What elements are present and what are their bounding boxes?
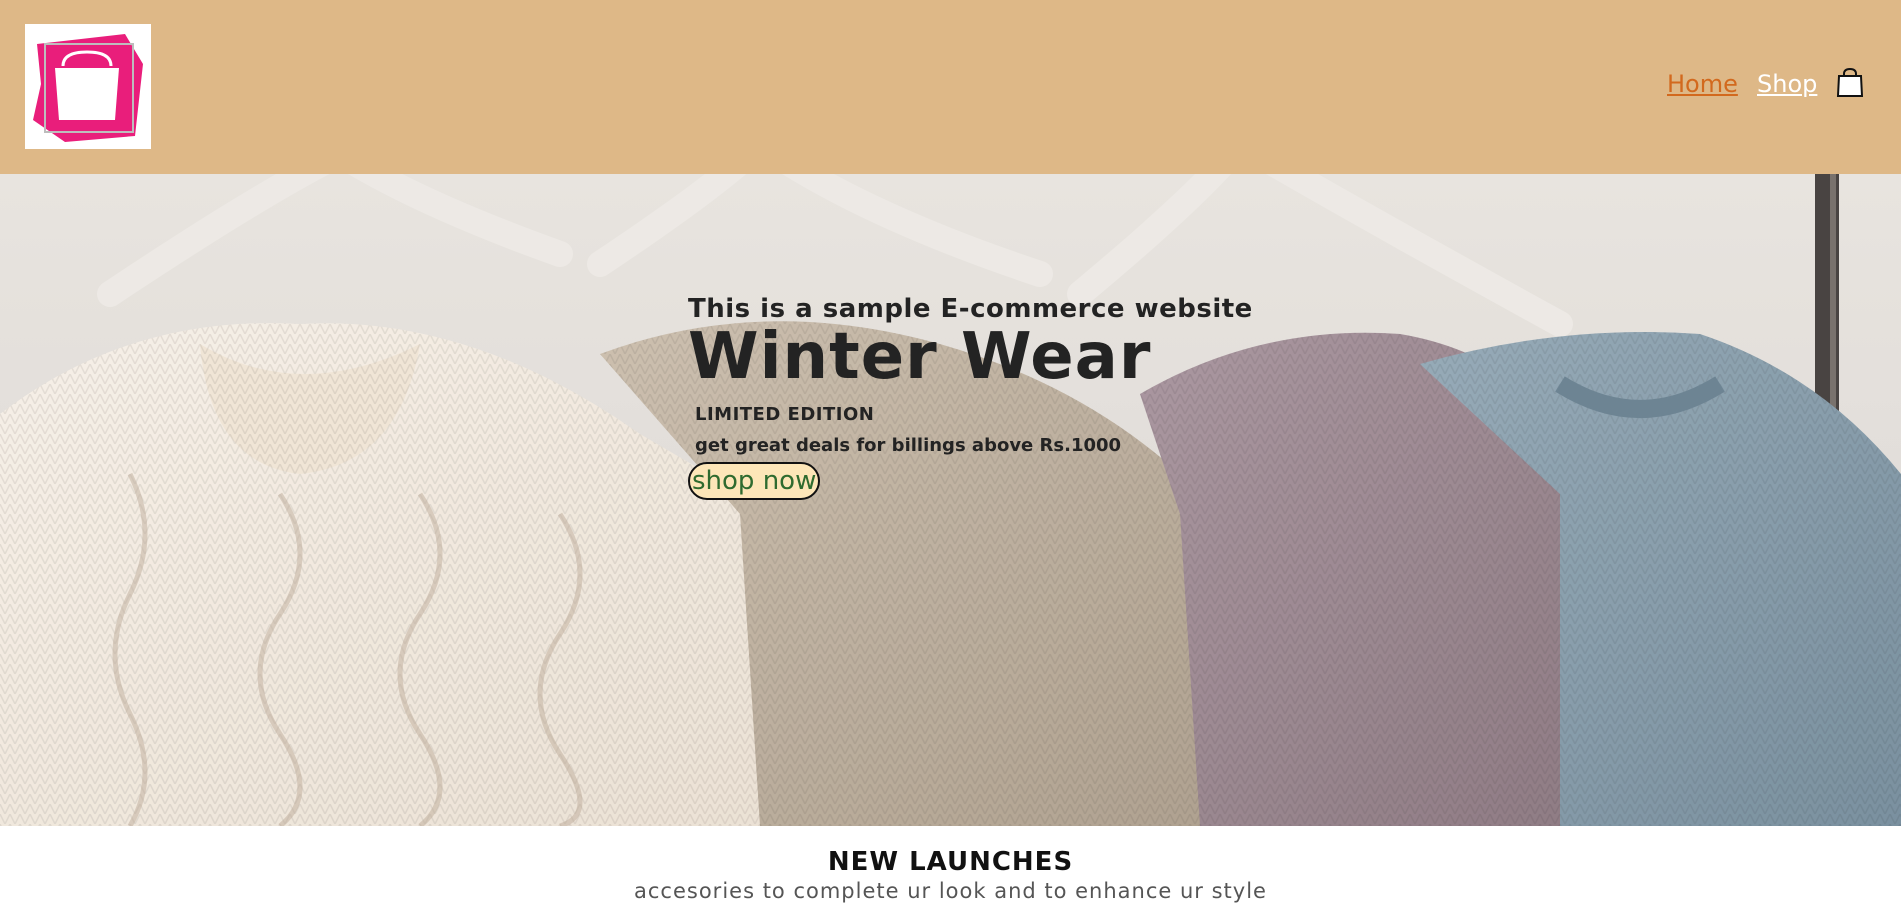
site-header: Home Shop: [0, 0, 1901, 174]
sweaters-hero-image: [0, 174, 1901, 826]
nav-home-link[interactable]: Home: [1667, 70, 1738, 98]
main-nav: Home Shop: [0, 67, 1901, 102]
nav-shop-link[interactable]: Shop: [1757, 70, 1817, 98]
new-launches-heading: NEW LAUNCHES: [827, 847, 1074, 877]
hero-title: Winter Wear: [688, 320, 1152, 394]
shop-now-button[interactable]: shop now: [688, 462, 821, 500]
new-launches-subheading: accesories to complete ur look and to en…: [634, 879, 1267, 903]
hero-text-block: This is a sample E-commerce website Wint…: [688, 294, 1253, 500]
hero-deal-text: get great deals for billings above Rs.10…: [695, 435, 1122, 456]
shopping-bag-icon[interactable]: [1836, 67, 1864, 98]
hero-banner: This is a sample E-commerce website Wint…: [0, 174, 1901, 826]
hero-edition-label: LIMITED EDITION: [695, 404, 875, 425]
new-launches-section: NEW LAUNCHES accesories to complete ur l…: [0, 826, 1901, 903]
